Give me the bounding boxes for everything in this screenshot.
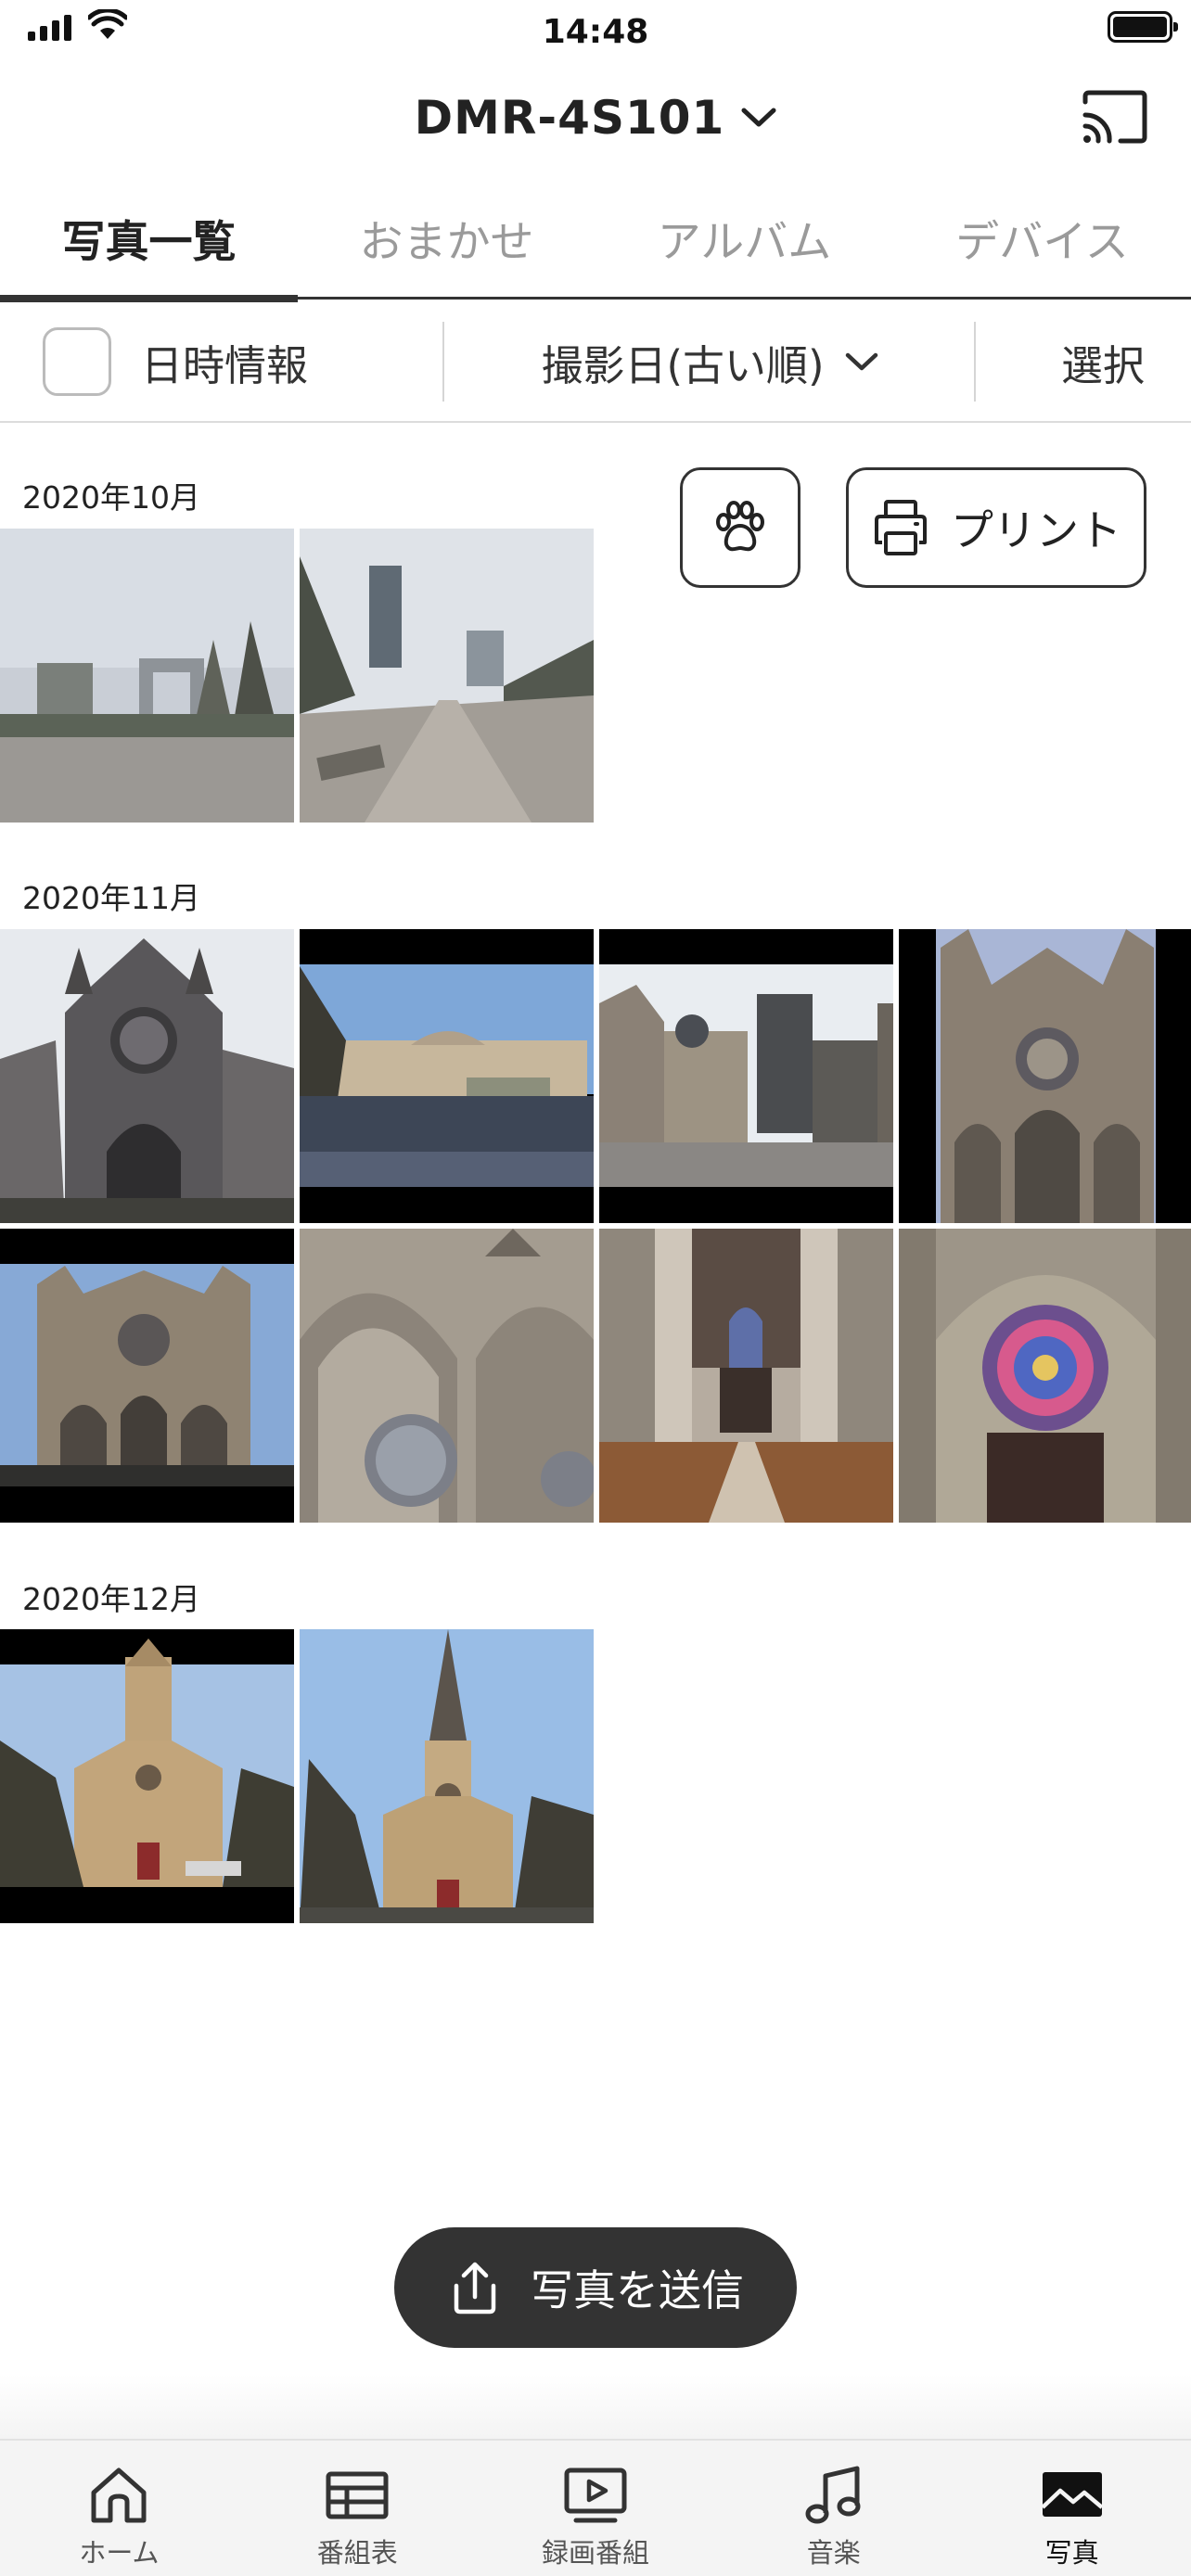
month-header: 2020年11月 (22, 880, 200, 916)
nav-recorded-programs[interactable]: 録画番組 (477, 2441, 715, 2576)
app-header: DMR-4S101 (0, 65, 1191, 176)
photo-thumbnail[interactable] (899, 1229, 1191, 1523)
photo-row (0, 529, 594, 823)
bottom-navigation: ホーム 番組表 録画番組 音楽 写真 (0, 2439, 1191, 2576)
photo-thumbnail[interactable] (599, 929, 893, 1223)
status-time: 14:48 (542, 13, 649, 51)
recorded-programs-icon (564, 2468, 627, 2523)
sort-order-select[interactable]: 撮影日(古い順) (445, 327, 974, 396)
tab-bar: 写真一覧 おまかせ アルバム デバイス (0, 176, 1191, 302)
nav-label: ホーム (79, 2537, 160, 2569)
photo-row (0, 929, 1191, 1223)
paw-icon (716, 501, 764, 552)
photo-thumbnail[interactable] (300, 529, 594, 823)
send-photos-button[interactable]: 写真を送信 (394, 2227, 797, 2348)
print-label: プリント (951, 505, 1121, 555)
photo-icon (1041, 2472, 1104, 2517)
tab-device[interactable]: デバイス (893, 176, 1191, 300)
date-info-label: 日時情報 (141, 340, 309, 390)
print-button[interactable]: プリント (846, 467, 1146, 588)
photo-thumbnail[interactable] (0, 1629, 294, 1923)
tab-album[interactable]: アルバム (596, 176, 893, 300)
select-button[interactable]: 選択 (1061, 327, 1145, 396)
device-name: DMR-4S101 (414, 91, 725, 145)
nav-photos[interactable]: 写真 (953, 2441, 1191, 2576)
photo-thumbnail[interactable] (599, 1229, 893, 1523)
nav-tv-guide[interactable]: 番組表 (238, 2441, 477, 2576)
send-photos-label: 写真を送信 (531, 2265, 744, 2315)
date-info-toggle[interactable]: 日時情報 (43, 327, 308, 396)
sort-order-label: 撮影日(古い順) (541, 340, 825, 390)
tv-guide-icon (326, 2471, 389, 2519)
month-header: 2020年12月 (22, 1581, 200, 1617)
photo-thumbnail[interactable] (0, 529, 294, 823)
upload-icon (454, 2262, 496, 2315)
photo-thumbnail[interactable] (300, 1629, 594, 1923)
nav-music[interactable]: 音楽 (714, 2441, 953, 2576)
date-info-checkbox[interactable] (43, 327, 111, 396)
photo-toolbar: 日時情報 撮影日(古い順) 選択 (0, 300, 1191, 423)
home-icon (91, 2468, 147, 2523)
photo-thumbnail[interactable] (0, 1229, 294, 1523)
bottom-fade (0, 2374, 1191, 2439)
photo-row (0, 1629, 594, 1923)
photo-row (0, 1229, 1191, 1523)
device-selector[interactable]: DMR-4S101 (0, 91, 1191, 145)
battery-icon (1108, 11, 1178, 43)
chevron-down-icon (741, 108, 776, 127)
music-icon (805, 2466, 861, 2524)
cast-icon[interactable] (1080, 89, 1150, 150)
pet-photos-button[interactable] (680, 467, 800, 588)
nav-home[interactable]: ホーム (0, 2441, 238, 2576)
photo-thumbnail[interactable] (300, 1229, 594, 1523)
photo-thumbnail[interactable] (899, 929, 1191, 1223)
nav-label: 録画番組 (541, 2537, 649, 2569)
tab-photo-list[interactable]: 写真一覧 (0, 176, 298, 302)
nav-label: 音楽 (806, 2537, 861, 2569)
photo-thumbnail[interactable] (0, 929, 294, 1223)
status-bar: 14:48 (0, 0, 1191, 65)
month-header: 2020年10月 (22, 479, 200, 516)
printer-icon (875, 500, 927, 555)
nav-label: 番組表 (316, 2537, 398, 2569)
chevron-down-icon (845, 352, 877, 371)
photo-thumbnail[interactable] (300, 929, 594, 1223)
divider (442, 322, 444, 402)
tab-omakase[interactable]: おまかせ (298, 176, 596, 300)
nav-label: 写真 (1044, 2537, 1099, 2569)
divider (974, 322, 976, 402)
